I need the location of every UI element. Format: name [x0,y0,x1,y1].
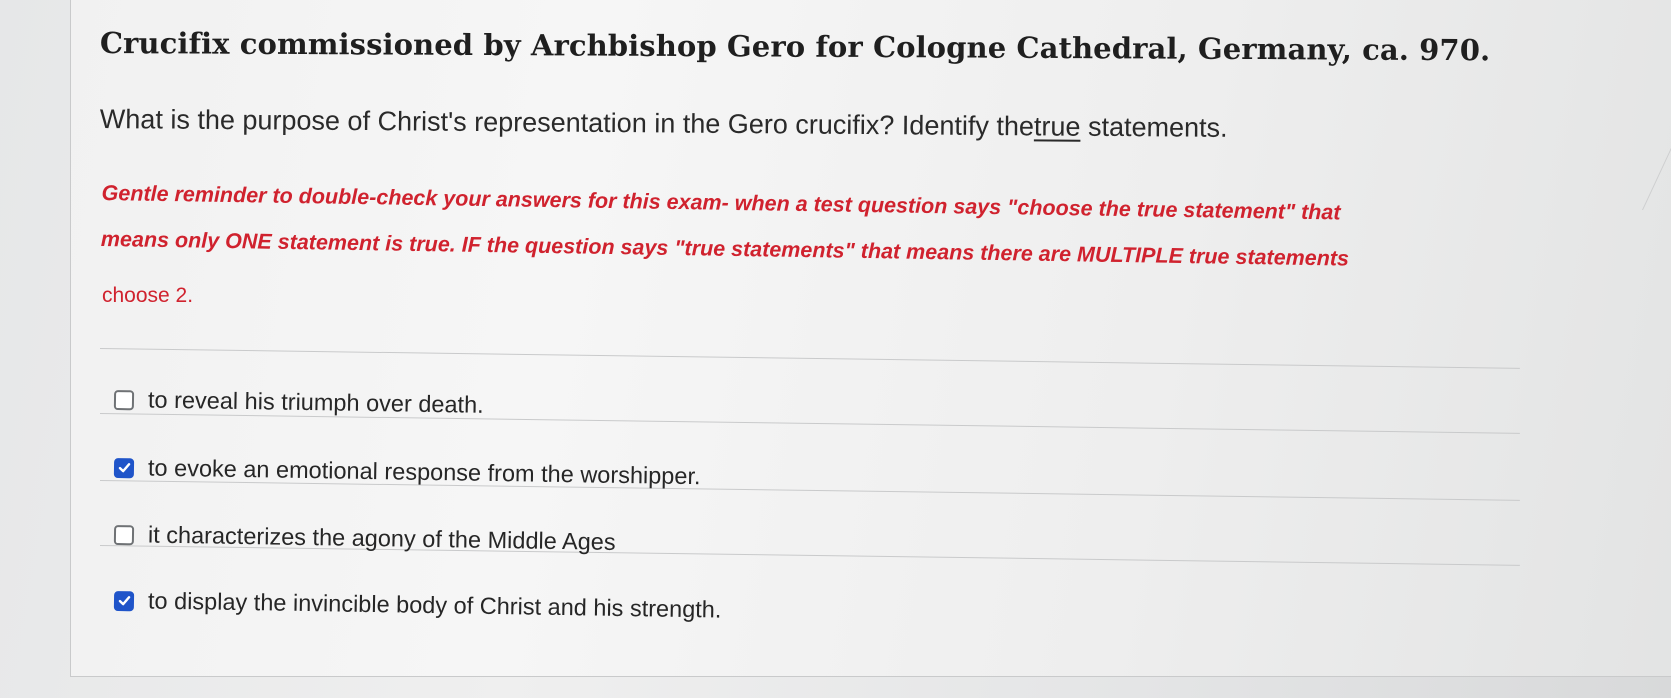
answer-checkbox[interactable] [113,590,135,611]
prompt-text-end: statements. [1080,111,1228,143]
answer-option[interactable]: to reveal his triumph over death. [113,386,484,419]
checkmark-icon [118,463,130,473]
prompt-underlined-word: true [1033,111,1081,142]
answer-checkbox[interactable] [113,389,135,410]
answer-checkbox[interactable] [113,457,135,478]
answer-label: to reveal his triumph over death. [147,386,484,418]
question-panel [70,0,1671,677]
screen: Crucifix commissioned by Archbishop Gero… [0,0,1671,698]
question-title: Crucifix commissioned by Archbishop Gero… [99,26,1491,68]
answer-checkbox[interactable] [113,524,135,545]
choose-count: choose 2. [102,284,194,307]
prompt-text: What is the purpose of Christ's represen… [99,104,1035,142]
checkmark-icon [118,596,130,606]
